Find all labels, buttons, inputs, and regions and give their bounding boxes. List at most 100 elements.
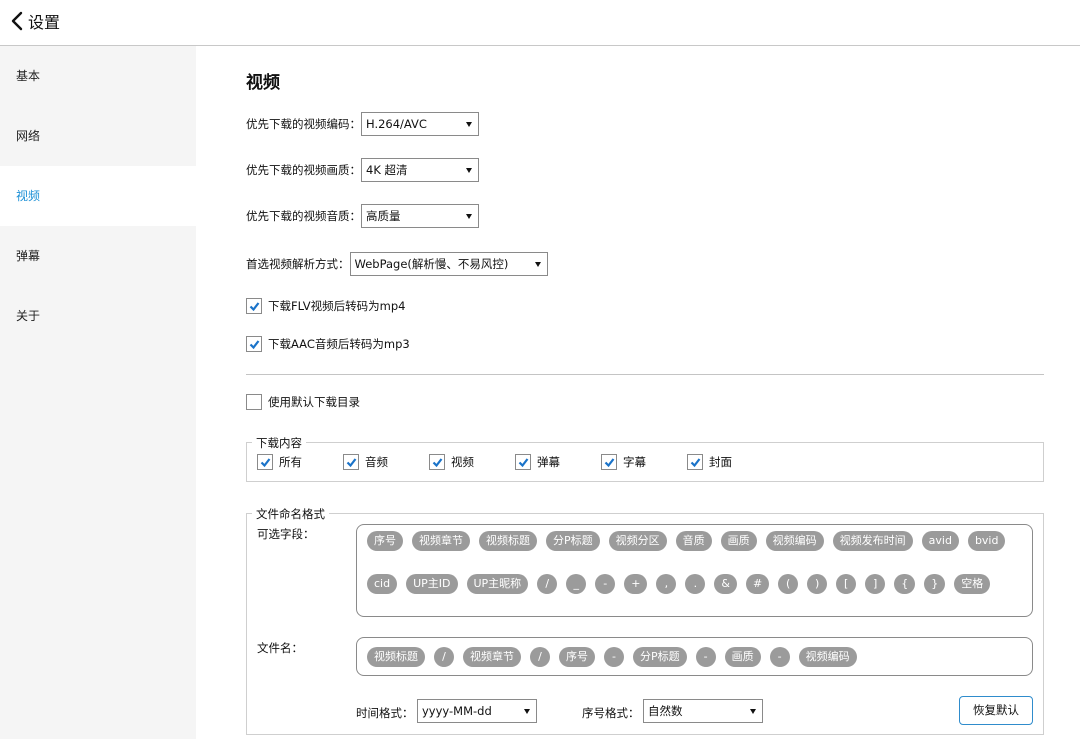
sidebar-item-label: 弹幕 bbox=[16, 249, 41, 263]
field-chip[interactable]: ( bbox=[778, 573, 799, 594]
field-chip[interactable]: - bbox=[595, 573, 616, 594]
field-chip[interactable]: . bbox=[685, 573, 706, 594]
field-chip[interactable]: avid bbox=[921, 531, 959, 551]
field-chip[interactable]: & bbox=[714, 573, 737, 594]
field-chip[interactable]: 序号 bbox=[559, 647, 595, 667]
chevron-down-icon bbox=[466, 167, 472, 173]
sidebar-item-about[interactable]: 关于 bbox=[0, 286, 196, 346]
content-checkbox-danmaku[interactable]: 弹幕 bbox=[515, 454, 560, 470]
field-chip[interactable]: 视频编码 bbox=[798, 647, 857, 667]
audio-select[interactable]: 高质量 bbox=[361, 204, 479, 228]
chevron-down-icon bbox=[466, 121, 472, 127]
sidebar-item-video[interactable]: 视频 bbox=[0, 166, 196, 226]
field-chip[interactable]: cid bbox=[367, 573, 398, 594]
content-label: 封面 bbox=[709, 455, 732, 469]
field-chip[interactable]: _ bbox=[566, 573, 587, 594]
field-chip[interactable]: 视频分区 bbox=[608, 531, 667, 551]
field-chip[interactable]: # bbox=[745, 573, 770, 594]
sidebar-item-network[interactable]: 网络 bbox=[0, 106, 196, 166]
index-format-value: 自然数 bbox=[648, 704, 683, 718]
field-chip[interactable]: { bbox=[894, 573, 916, 594]
use-default-dir-checkbox[interactable]: 使用默认下载目录 bbox=[246, 394, 360, 410]
checkbox-box bbox=[246, 298, 262, 314]
field-chip[interactable]: [ bbox=[836, 573, 857, 594]
field-chip[interactable]: 视频标题 bbox=[479, 531, 537, 551]
quality-select[interactable]: 4K 超清 bbox=[361, 158, 479, 182]
naming-format-group: 文件命名格式 可选字段： 序号 视频章节 视频标题 分P标题 视频分区 音质 画质 视频编码视… bbox=[246, 506, 1044, 735]
field-chip[interactable]: 音质 bbox=[675, 531, 712, 551]
download-content-legend: 下载内容 bbox=[252, 435, 306, 451]
content-checkbox-video[interactable]: 视频 bbox=[429, 454, 474, 470]
field-chip[interactable]: ] bbox=[865, 573, 886, 594]
quality-label: 优先下载的视频画质： bbox=[246, 163, 361, 177]
field-chip[interactable]: 画质 bbox=[724, 647, 761, 667]
field-chip[interactable]: UP主昵称 bbox=[466, 573, 529, 594]
chevron-down-icon bbox=[466, 213, 472, 219]
quality-value: 4K 超清 bbox=[366, 163, 408, 177]
index-format-select[interactable]: 自然数 bbox=[643, 699, 763, 723]
checkbox-box bbox=[343, 454, 359, 470]
field-chip[interactable]: 视频发布时间 bbox=[832, 531, 913, 551]
field-chip[interactable]: } bbox=[924, 573, 946, 594]
field-chip[interactable]: bvid bbox=[967, 531, 1006, 551]
divider bbox=[246, 374, 1044, 375]
field-chip[interactable]: 视频章节 bbox=[412, 531, 470, 551]
field-chip[interactable]: 序号 bbox=[367, 531, 403, 551]
aac-to-mp3-checkbox[interactable]: 下载AAC音频后转码为mp3 bbox=[246, 336, 410, 352]
chevron-down-icon bbox=[524, 708, 530, 714]
parse-select[interactable]: WebPage(解析慢、不易风控) bbox=[349, 252, 548, 276]
codec-select[interactable]: H.264/AVC bbox=[361, 112, 479, 136]
sidebar: 基本 网络 视频 弹幕 关于 bbox=[0, 46, 196, 739]
field-chip[interactable]: / bbox=[434, 647, 454, 667]
field-chip[interactable]: , bbox=[656, 573, 677, 594]
check-icon bbox=[604, 457, 614, 467]
check-icon bbox=[346, 457, 356, 467]
sidebar-item-label: 基本 bbox=[16, 69, 41, 83]
content-checkbox-subtitle[interactable]: 字幕 bbox=[601, 454, 646, 470]
field-chip[interactable]: / bbox=[537, 573, 558, 594]
checkbox-box bbox=[257, 454, 273, 470]
field-chip[interactable]: + bbox=[624, 573, 648, 594]
field-chip[interactable]: 视频标题 bbox=[367, 647, 425, 667]
field-chip[interactable]: 视频章节 bbox=[463, 647, 521, 667]
field-chip[interactable]: - bbox=[695, 647, 716, 667]
main-panel: 视频 优先下载的视频编码： H.264/AVC 优先下载的视频画质： 4K 超清… bbox=[196, 46, 1080, 739]
check-icon bbox=[432, 457, 442, 467]
quality-row: 优先下载的视频画质： 4K 超清 bbox=[246, 158, 479, 182]
checkbox-box bbox=[246, 394, 262, 410]
check-icon bbox=[249, 339, 259, 349]
field-chip[interactable]: 视频编码 bbox=[765, 531, 824, 551]
field-chip[interactable]: 画质 bbox=[720, 531, 757, 551]
back-button[interactable]: 设置 bbox=[10, 9, 60, 33]
time-format-label: 时间格式： bbox=[356, 706, 414, 720]
parse-value: WebPage(解析慢、不易风控) bbox=[354, 257, 509, 271]
sidebar-item-label: 网络 bbox=[16, 129, 41, 143]
time-format-select[interactable]: yyyy-MM-dd bbox=[417, 699, 537, 723]
content-checkbox-audio[interactable]: 音频 bbox=[343, 454, 388, 470]
field-chip[interactable]: - bbox=[769, 647, 790, 667]
filename-label: 文件名： bbox=[257, 641, 303, 655]
content-label: 音频 bbox=[365, 455, 388, 469]
field-chip[interactable]: 分P标题 bbox=[546, 531, 600, 551]
page-title: 视频 bbox=[246, 73, 280, 93]
audio-value: 高质量 bbox=[366, 209, 401, 223]
checkbox-box bbox=[601, 454, 617, 470]
download-content-group: 下载内容 所有 音频 视频 弹幕 字幕 封面 bbox=[246, 435, 1044, 482]
field-chip[interactable]: - bbox=[604, 647, 624, 667]
field-chip[interactable]: 空格 bbox=[954, 573, 991, 594]
time-format-value: yyyy-MM-dd bbox=[422, 704, 492, 718]
field-chip[interactable]: UP主ID bbox=[406, 573, 458, 594]
field-chip[interactable]: / bbox=[530, 647, 550, 667]
checkbox-box bbox=[687, 454, 703, 470]
reset-default-button[interactable]: 恢复默认 bbox=[959, 696, 1033, 725]
content-checkbox-cover[interactable]: 封面 bbox=[687, 454, 732, 470]
field-chip[interactable]: ) bbox=[807, 573, 828, 594]
content-label: 弹幕 bbox=[537, 455, 560, 469]
naming-format-legend: 文件命名格式 bbox=[252, 506, 329, 522]
sidebar-item-basic[interactable]: 基本 bbox=[0, 46, 196, 106]
flv-to-mp4-checkbox[interactable]: 下载FLV视频后转码为mp4 bbox=[246, 298, 405, 314]
content-checkbox-all[interactable]: 所有 bbox=[257, 454, 302, 470]
field-chip[interactable]: 分P标题 bbox=[633, 647, 687, 667]
filename-box[interactable]: 视频标题 / 视频章节 / 序号 - 分P标题 - 画质 - 视频编码 bbox=[356, 637, 1033, 676]
sidebar-item-danmaku[interactable]: 弹幕 bbox=[0, 226, 196, 286]
